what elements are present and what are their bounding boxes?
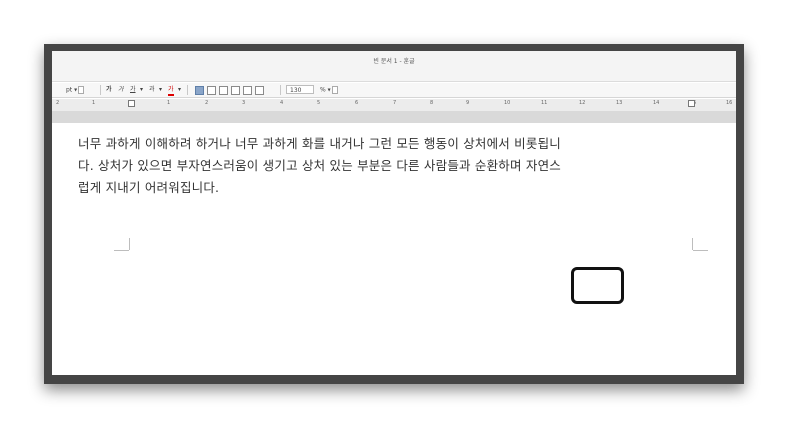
document-body[interactable]: 너무 과하게 이해하려 하거나 너무 과하게 화를 내거나 그런 모든 행동이 … <box>78 133 643 199</box>
font-size-spinner[interactable] <box>78 86 85 94</box>
align-left-icon[interactable] <box>207 86 216 95</box>
paragraph-line: 너무 과하게 이해하려 하거나 너무 과하게 화를 내거나 그런 모든 행동이 … <box>78 136 561 151</box>
format-toolbar: pt ▾ 가 가 가 ▾ 과 ▾ 가 ▾ 130 % ▾ <box>52 83 736 98</box>
crop-mark <box>693 250 708 251</box>
ruler-number: 10 <box>504 100 511 106</box>
italic-button[interactable]: 가 <box>118 86 124 94</box>
ruler-number: 9 <box>466 100 470 106</box>
ruler-number: 16 <box>726 100 733 106</box>
align-distribute-icon[interactable] <box>243 86 252 95</box>
ruler-number: 1 <box>167 100 171 106</box>
crop-mark <box>114 250 129 251</box>
align-right-icon[interactable] <box>231 86 240 95</box>
highlight-box-annotation <box>571 267 624 304</box>
ruler-number: 14 <box>653 100 660 106</box>
ruler-number: 5 <box>317 100 321 106</box>
underline-dropdown-icon[interactable]: ▾ <box>140 86 143 94</box>
ruler-number: 11 <box>541 100 548 106</box>
ruler-margin-area <box>52 111 736 123</box>
font-color-button[interactable]: 가 <box>168 86 174 96</box>
crop-mark <box>129 238 130 250</box>
ruler-number: 8 <box>430 100 434 106</box>
toolbar-separator <box>280 85 281 95</box>
line-spacing-spinner[interactable] <box>331 86 338 94</box>
strikethrough-dropdown-icon[interactable]: ▾ <box>159 86 162 94</box>
underline-button[interactable]: 가 <box>130 86 136 94</box>
font-size-unit[interactable]: pt ▾ <box>66 86 85 94</box>
paragraph-line: 럽게 지내기 어려워집니다. <box>78 180 220 195</box>
ruler-number: 2 <box>56 100 60 106</box>
paragraph-line: 다. 상처가 있으면 부자연스러움이 생기고 상처 있는 부분은 다른 사람들과… <box>78 158 561 173</box>
ruler-number: 2 <box>205 100 209 106</box>
line-spacing-input[interactable]: 130 <box>286 85 314 94</box>
ruler-number: 1 <box>92 100 96 106</box>
ruler-number: 12 <box>579 100 586 106</box>
editor-window: 빈 문서 1 - 훈글 pt ▾ 가 가 가 ▾ 과 ▾ 가 ▾ 130 % ▾… <box>52 51 736 375</box>
ruler-number: 7 <box>393 100 397 106</box>
first-line-indent-marker[interactable] <box>128 100 135 107</box>
right-indent-marker[interactable] <box>688 100 695 107</box>
strikethrough-button[interactable]: 과 <box>149 86 155 94</box>
font-color-dropdown-icon[interactable]: ▾ <box>178 86 181 94</box>
toolbar-separator <box>100 85 101 95</box>
ruler-number: 13 <box>616 100 623 106</box>
ruler-number: 3 <box>242 100 246 106</box>
title-bar: 빈 문서 1 - 훈글 <box>52 51 736 82</box>
window-title: 빈 문서 1 - 훈글 <box>373 58 415 65</box>
crop-mark <box>692 238 693 250</box>
align-justify-icon[interactable] <box>195 86 204 95</box>
align-divide-icon[interactable] <box>255 86 264 95</box>
toolbar-separator <box>187 85 188 95</box>
line-spacing-unit[interactable]: % ▾ <box>320 86 338 94</box>
ruler-number: 4 <box>280 100 284 106</box>
bold-button[interactable]: 가 <box>106 86 112 94</box>
align-center-icon[interactable] <box>219 86 228 95</box>
ruler-number: 6 <box>355 100 359 106</box>
